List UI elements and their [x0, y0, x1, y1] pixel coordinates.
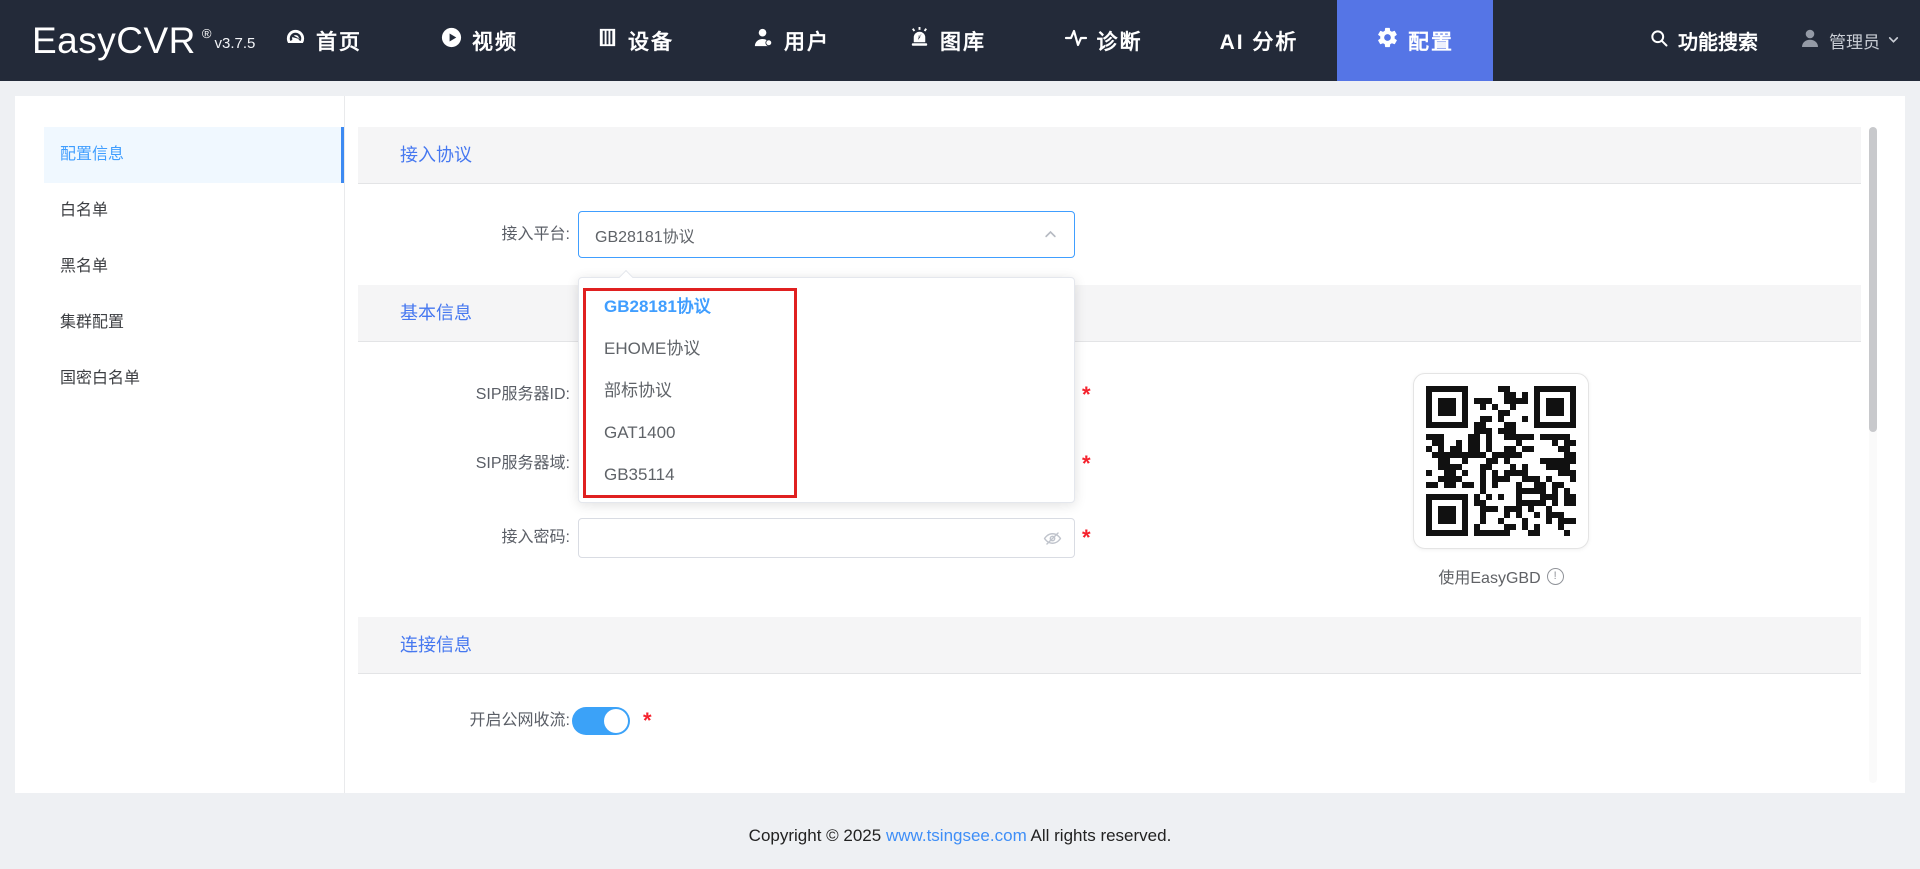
qr-caption-text: 使用EasyGBD	[1438, 570, 1541, 587]
nav-label: 配置	[1408, 30, 1454, 54]
device-icon	[596, 26, 619, 55]
sip-server-domain-label: SIP服务器域:	[475, 455, 570, 472]
section-connection-info: 连接信息	[358, 617, 1861, 674]
tsingsee-link[interactable]: www.tsingsee.com	[886, 826, 1027, 845]
qr-caption: 使用EasyGBD !	[1388, 564, 1614, 588]
sidebar-item-gm-whitelist[interactable]: 国密白名单	[44, 351, 344, 407]
brand: EasyCVR ® v3.7.5	[32, 0, 255, 81]
navbar-right: 功能搜索 管理员	[1649, 0, 1900, 81]
nav-item-diagnosis[interactable]: 诊断	[1025, 0, 1181, 81]
search-label: 功能搜索	[1678, 32, 1758, 54]
main-nav: 首页 视频 设备 用户 图库 诊断 AI 分析 配置	[245, 0, 1493, 81]
section-access-protocol: 接入协议	[358, 127, 1861, 184]
required-mark: *	[1082, 525, 1091, 550]
eye-off-icon[interactable]	[1043, 529, 1062, 548]
required-mark: *	[643, 708, 652, 733]
sidebar-item-whitelist[interactable]: 白名单	[44, 183, 344, 239]
alarm-light-icon	[908, 26, 931, 55]
sidebar-item-cluster-config[interactable]: 集群配置	[44, 295, 344, 351]
top-navbar: EasyCVR ® v3.7.5 首页 视频 设备 用户 图库 诊断 AI 分析…	[0, 0, 1920, 81]
copyright-suffix: All rights reserved.	[1030, 826, 1172, 845]
qr-code	[1426, 386, 1576, 536]
settings-sidebar: 配置信息 白名单 黑名单 集群配置 国密白名单	[15, 96, 345, 793]
dropdown-option-gat1400[interactable]: GAT1400	[579, 412, 1074, 454]
gear-icon	[1376, 26, 1399, 55]
chevron-down-icon	[1887, 31, 1900, 51]
public-stream-toggle[interactable]	[572, 707, 630, 735]
nav-label: 诊断	[1096, 30, 1143, 54]
copyright-prefix: Copyright © 2025	[748, 826, 882, 845]
nav-label: 图库	[940, 30, 986, 54]
nav-item-gallery[interactable]: 图库	[869, 0, 1025, 81]
dropdown-notch	[618, 269, 634, 285]
nav-item-user[interactable]: 用户	[713, 0, 869, 81]
required-mark: *	[1082, 451, 1091, 476]
avatar-icon	[1798, 26, 1822, 55]
dropdown-option-ehome[interactable]: EHOME协议	[579, 328, 1074, 370]
nav-item-home[interactable]: 首页	[245, 0, 401, 81]
nav-label: 设备	[628, 30, 674, 54]
config-content: 接入协议 接入平台: GB28181协议 基本信息 SIP服务器ID: * SI…	[358, 96, 1861, 793]
user-name: 管理员	[1829, 33, 1880, 52]
nav-label: 视频	[472, 30, 518, 54]
user-icon	[752, 26, 775, 55]
scrollbar-thumb[interactable]	[1869, 127, 1877, 432]
app-logo: EasyCVR	[32, 19, 196, 61]
public-stream-label: 开启公网收流:	[469, 712, 570, 729]
access-password-label: 接入密码:	[501, 529, 570, 546]
sidebar-item-config-info[interactable]: 配置信息	[44, 127, 344, 183]
main-card: 配置信息 白名单 黑名单 集群配置 国密白名单 接入协议 接入平台: GB281…	[15, 96, 1905, 793]
platform-dropdown: GB28181协议 EHOME协议 部标协议 GAT1400 GB35114	[578, 269, 1075, 503]
nav-item-device[interactable]: 设备	[557, 0, 713, 81]
nav-label: 首页	[316, 30, 362, 54]
gauge-icon	[284, 26, 307, 55]
platform-label: 接入平台:	[501, 226, 570, 243]
easygbd-qr-card	[1413, 373, 1589, 549]
toggle-knob	[604, 709, 628, 733]
nav-label: 用户	[784, 30, 830, 54]
nav-label: AI 分析	[1219, 30, 1299, 54]
dropdown-option-bubiao[interactable]: 部标协议	[579, 370, 1074, 412]
chevron-up-icon	[1043, 227, 1058, 242]
play-circle-icon	[440, 26, 463, 55]
user-menu[interactable]: 管理员	[1798, 26, 1900, 55]
required-mark: *	[1082, 382, 1091, 407]
sip-server-id-label: SIP服务器ID:	[475, 386, 570, 403]
nav-item-config[interactable]: 配置	[1337, 0, 1493, 81]
nav-item-video[interactable]: 视频	[401, 0, 557, 81]
platform-selected-value: GB28181协议	[595, 228, 695, 246]
platform-select[interactable]: GB28181协议	[578, 211, 1075, 258]
nav-item-ai-analysis[interactable]: AI 分析	[1181, 0, 1337, 81]
pulse-icon	[1064, 26, 1088, 56]
dropdown-option-gb28181[interactable]: GB28181协议	[579, 286, 1074, 328]
sidebar-item-blacklist[interactable]: 黑名单	[44, 239, 344, 295]
registered-mark: ®	[201, 26, 212, 41]
info-icon[interactable]: !	[1546, 567, 1564, 585]
access-password-input[interactable]	[578, 518, 1075, 558]
feature-search[interactable]: 功能搜索	[1649, 26, 1758, 55]
page-footer: Copyright © 2025 www.tsingsee.com All ri…	[0, 826, 1920, 846]
search-icon	[1649, 28, 1669, 54]
dropdown-option-gb35114[interactable]: GB35114	[579, 454, 1074, 496]
